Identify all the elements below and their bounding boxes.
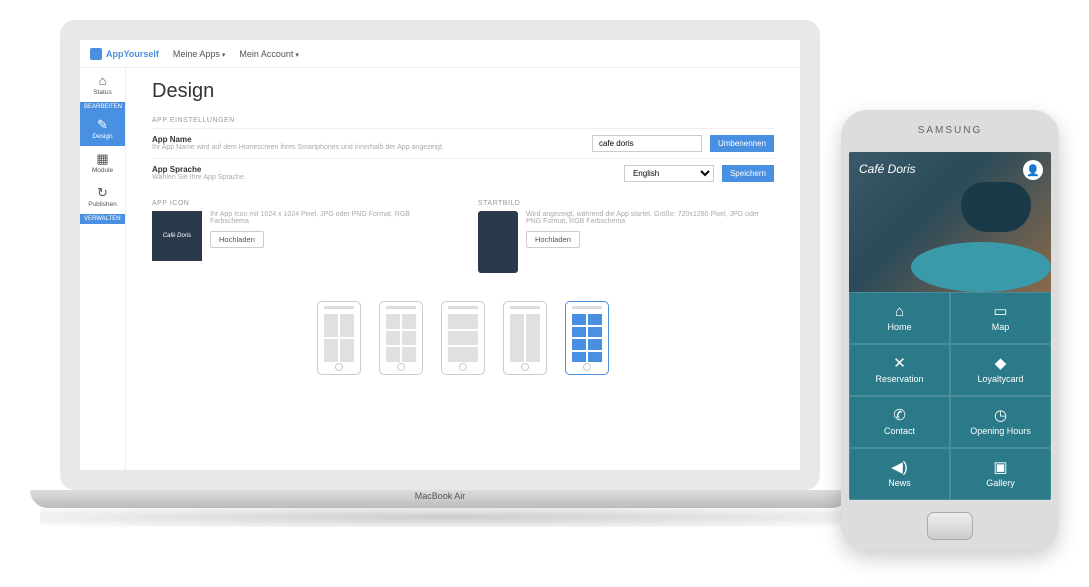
template-2[interactable] — [379, 301, 423, 375]
laptop-shadow — [40, 507, 860, 527]
app-icon-preview: Café Doris — [152, 211, 202, 261]
rename-button[interactable]: Umbenennen — [710, 135, 774, 152]
top-nav: AppYourself Meine Apps Mein Account — [80, 40, 800, 68]
nav-mein-account[interactable]: Mein Account — [239, 49, 299, 59]
phone-brand: SAMSUNG — [918, 125, 983, 136]
template-5[interactable] — [565, 301, 609, 375]
phone-icon: ✆ — [893, 408, 906, 423]
laptop-base — [30, 490, 850, 508]
tile-contact[interactable]: ✆Contact — [849, 396, 950, 448]
brand-text: AppYourself — [106, 49, 159, 59]
phone-home-button[interactable] — [927, 512, 973, 540]
app-name-input[interactable] — [592, 135, 702, 152]
app-lang-hint: Wählen Sie Ihre App Sprache. — [152, 174, 616, 181]
sidebar-item-status[interactable]: ⌂ Status — [80, 68, 125, 102]
sidebar-label: Status — [93, 89, 111, 96]
tile-reservation[interactable]: ✕Reservation — [849, 344, 950, 396]
megaphone-icon: ◀) — [891, 460, 908, 475]
cup-graphic — [961, 182, 1031, 232]
app-name-label: App Name — [152, 135, 584, 144]
sidebar-label: Module — [92, 167, 113, 174]
sidebar: ⌂ Status BEARBEITEN ✎ Design ▦ Module ↻ … — [80, 68, 126, 470]
sidebar-section-verwalten: VERWALTEN — [80, 214, 125, 224]
tile-opening-hours[interactable]: ◷Opening Hours — [950, 396, 1051, 448]
clock-icon: ◷ — [994, 408, 1007, 423]
phone-tile-grid: ⌂Home ▭Map ✕Reservation ◆Loyaltycard ✆Co… — [849, 292, 1051, 500]
tile-map[interactable]: ▭Map — [950, 292, 1051, 344]
phone-screen: Café Doris 👤 ⌂Home ▭Map ✕Reservation ◆Lo… — [849, 152, 1051, 500]
brand-icon — [90, 48, 102, 60]
template-1[interactable] — [317, 301, 361, 375]
upload-startbild-button[interactable]: Hochladen — [526, 231, 580, 248]
main-content: Design APP EINSTELLUNGEN App Name Ihr Ap… — [126, 68, 800, 470]
sidebar-label: Publishen — [88, 201, 117, 208]
app-lang-label: App Sprache — [152, 165, 616, 174]
tile-home[interactable]: ⌂Home — [849, 292, 950, 344]
section-app-einstellungen: APP EINSTELLUNGEN — [152, 117, 774, 124]
pencil-icon: ✎ — [82, 118, 123, 131]
brand-logo[interactable]: AppYourself — [90, 48, 159, 60]
section-app-icon: APP ICON — [152, 200, 448, 207]
section-startbild: STARTBILD — [478, 200, 774, 207]
startbild-hint: Wird angezeigt, während die App startet.… — [526, 211, 774, 225]
template-3[interactable] — [441, 301, 485, 375]
app-name-hint: Ihr App Name wird auf dem Homescreen ihr… — [152, 144, 584, 151]
tag-icon: ◆ — [995, 356, 1007, 371]
sidebar-section-bearbeiten: BEARBEITEN — [80, 102, 125, 112]
plate-graphic — [911, 242, 1051, 292]
field-app-name: App Name Ihr App Name wird auf dem Homes… — [152, 128, 774, 158]
map-icon: ▭ — [993, 304, 1007, 319]
utensils-icon: ✕ — [893, 356, 906, 371]
profile-icon[interactable]: 👤 — [1023, 160, 1043, 180]
app-logo: Café Doris — [859, 162, 916, 176]
sidebar-label: Design — [92, 133, 112, 140]
home-icon: ⌂ — [895, 304, 904, 319]
layout-templates — [152, 301, 774, 375]
phone-mockup: SAMSUNG Café Doris 👤 ⌂Home ▭Map ✕Reserva… — [841, 110, 1059, 550]
phone-hero: Café Doris 👤 — [849, 152, 1051, 292]
tile-loyaltycard[interactable]: ◆Loyaltycard — [950, 344, 1051, 396]
field-app-sprache: App Sprache Wählen Sie Ihre App Sprache.… — [152, 158, 774, 188]
nav-meine-apps[interactable]: Meine Apps — [173, 49, 226, 59]
upload-icon-button[interactable]: Hochladen — [210, 231, 264, 248]
grid-icon: ▦ — [82, 152, 123, 165]
home-icon: ⌂ — [82, 74, 123, 87]
tile-news[interactable]: ◀)News — [849, 448, 950, 500]
gallery-icon: ▣ — [993, 460, 1007, 475]
startbild-preview — [478, 211, 518, 273]
page-title: Design — [152, 80, 774, 103]
template-4[interactable] — [503, 301, 547, 375]
tile-gallery[interactable]: ▣Gallery — [950, 448, 1051, 500]
webcam-dot — [437, 28, 443, 34]
app-lang-select[interactable]: English — [624, 165, 714, 182]
sidebar-item-module[interactable]: ▦ Module — [80, 146, 125, 180]
sidebar-item-design[interactable]: ✎ Design — [80, 112, 125, 146]
sidebar-item-publishen[interactable]: ↻ Publishen — [80, 180, 125, 214]
save-button[interactable]: Speichern — [722, 165, 774, 182]
laptop-mockup: AppYourself Meine Apps Mein Account ⌂ St… — [30, 20, 850, 508]
app-icon-hint: Ihr App Icon mit 1024 x 1024 Pixel, JPG … — [210, 211, 448, 225]
refresh-icon: ↻ — [82, 186, 123, 199]
